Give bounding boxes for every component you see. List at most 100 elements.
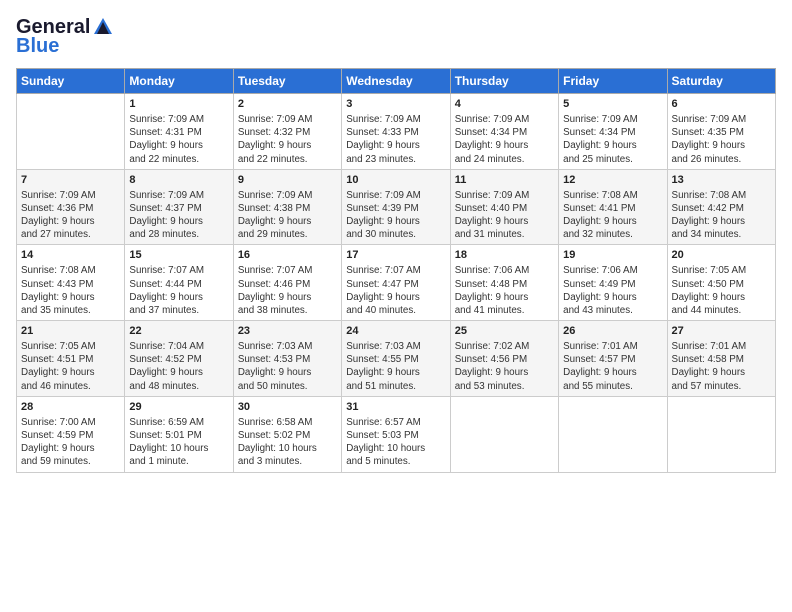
day-number: 2 <box>238 97 337 112</box>
calendar-cell: 29Sunrise: 6:59 AM Sunset: 5:01 PM Dayli… <box>125 396 233 472</box>
day-info: Sunrise: 7:08 AM Sunset: 4:43 PM Dayligh… <box>21 264 120 317</box>
calendar-cell: 4Sunrise: 7:09 AM Sunset: 4:34 PM Daylig… <box>450 94 558 170</box>
week-row-2: 14Sunrise: 7:08 AM Sunset: 4:43 PM Dayli… <box>17 245 776 321</box>
day-number: 20 <box>672 248 771 263</box>
day-number: 31 <box>346 400 445 415</box>
day-info: Sunrise: 7:00 AM Sunset: 4:59 PM Dayligh… <box>21 416 120 469</box>
calendar-cell: 20Sunrise: 7:05 AM Sunset: 4:50 PM Dayli… <box>667 245 775 321</box>
calendar-cell: 31Sunrise: 6:57 AM Sunset: 5:03 PM Dayli… <box>342 396 450 472</box>
calendar-cell: 19Sunrise: 7:06 AM Sunset: 4:49 PM Dayli… <box>559 245 667 321</box>
day-info: Sunrise: 7:09 AM Sunset: 4:32 PM Dayligh… <box>238 113 337 166</box>
day-number: 22 <box>129 324 228 339</box>
calendar-cell <box>17 94 125 170</box>
day-info: Sunrise: 7:09 AM Sunset: 4:39 PM Dayligh… <box>346 189 445 242</box>
day-number: 29 <box>129 400 228 415</box>
day-number: 6 <box>672 97 771 112</box>
calendar-cell: 16Sunrise: 7:07 AM Sunset: 4:46 PM Dayli… <box>233 245 341 321</box>
day-number: 17 <box>346 248 445 263</box>
day-info: Sunrise: 7:03 AM Sunset: 4:55 PM Dayligh… <box>346 340 445 393</box>
day-info: Sunrise: 7:05 AM Sunset: 4:50 PM Dayligh… <box>672 264 771 317</box>
col-header-friday: Friday <box>559 69 667 94</box>
day-number: 28 <box>21 400 120 415</box>
calendar-cell: 8Sunrise: 7:09 AM Sunset: 4:37 PM Daylig… <box>125 169 233 245</box>
logo-icon <box>92 16 114 38</box>
week-row-3: 21Sunrise: 7:05 AM Sunset: 4:51 PM Dayli… <box>17 321 776 397</box>
day-number: 11 <box>455 173 554 188</box>
day-number: 24 <box>346 324 445 339</box>
day-info: Sunrise: 7:08 AM Sunset: 4:41 PM Dayligh… <box>563 189 662 242</box>
calendar-cell <box>559 396 667 472</box>
day-info: Sunrise: 7:09 AM Sunset: 4:31 PM Dayligh… <box>129 113 228 166</box>
day-info: Sunrise: 7:09 AM Sunset: 4:34 PM Dayligh… <box>563 113 662 166</box>
day-info: Sunrise: 7:07 AM Sunset: 4:47 PM Dayligh… <box>346 264 445 317</box>
day-info: Sunrise: 7:06 AM Sunset: 4:48 PM Dayligh… <box>455 264 554 317</box>
day-info: Sunrise: 7:04 AM Sunset: 4:52 PM Dayligh… <box>129 340 228 393</box>
calendar-header-row: SundayMondayTuesdayWednesdayThursdayFrid… <box>17 69 776 94</box>
day-number: 9 <box>238 173 337 188</box>
calendar-cell: 26Sunrise: 7:01 AM Sunset: 4:57 PM Dayli… <box>559 321 667 397</box>
day-number: 15 <box>129 248 228 263</box>
week-row-0: 1Sunrise: 7:09 AM Sunset: 4:31 PM Daylig… <box>17 94 776 170</box>
day-number: 3 <box>346 97 445 112</box>
day-info: Sunrise: 7:09 AM Sunset: 4:40 PM Dayligh… <box>455 189 554 242</box>
calendar-cell: 7Sunrise: 7:09 AM Sunset: 4:36 PM Daylig… <box>17 169 125 245</box>
day-info: Sunrise: 7:01 AM Sunset: 4:58 PM Dayligh… <box>672 340 771 393</box>
day-number: 14 <box>21 248 120 263</box>
day-number: 25 <box>455 324 554 339</box>
day-info: Sunrise: 7:01 AM Sunset: 4:57 PM Dayligh… <box>563 340 662 393</box>
day-info: Sunrise: 6:59 AM Sunset: 5:01 PM Dayligh… <box>129 416 228 469</box>
calendar-cell: 13Sunrise: 7:08 AM Sunset: 4:42 PM Dayli… <box>667 169 775 245</box>
page-container: General Blue SundayMondayTuesdayWednesda… <box>0 0 792 481</box>
day-info: Sunrise: 7:09 AM Sunset: 4:33 PM Dayligh… <box>346 113 445 166</box>
header: General Blue <box>16 16 776 58</box>
day-number: 26 <box>563 324 662 339</box>
day-info: Sunrise: 7:09 AM Sunset: 4:34 PM Dayligh… <box>455 113 554 166</box>
calendar-cell <box>450 396 558 472</box>
calendar-cell: 21Sunrise: 7:05 AM Sunset: 4:51 PM Dayli… <box>17 321 125 397</box>
calendar-cell: 30Sunrise: 6:58 AM Sunset: 5:02 PM Dayli… <box>233 396 341 472</box>
day-number: 12 <box>563 173 662 188</box>
day-info: Sunrise: 7:07 AM Sunset: 4:46 PM Dayligh… <box>238 264 337 317</box>
day-info: Sunrise: 7:09 AM Sunset: 4:37 PM Dayligh… <box>129 189 228 242</box>
calendar-cell: 9Sunrise: 7:09 AM Sunset: 4:38 PM Daylig… <box>233 169 341 245</box>
day-info: Sunrise: 7:08 AM Sunset: 4:42 PM Dayligh… <box>672 189 771 242</box>
day-number: 21 <box>21 324 120 339</box>
day-number: 27 <box>672 324 771 339</box>
col-header-monday: Monday <box>125 69 233 94</box>
day-info: Sunrise: 6:57 AM Sunset: 5:03 PM Dayligh… <box>346 416 445 469</box>
calendar-cell: 28Sunrise: 7:00 AM Sunset: 4:59 PM Dayli… <box>17 396 125 472</box>
calendar-cell: 14Sunrise: 7:08 AM Sunset: 4:43 PM Dayli… <box>17 245 125 321</box>
calendar-cell: 1Sunrise: 7:09 AM Sunset: 4:31 PM Daylig… <box>125 94 233 170</box>
day-number: 18 <box>455 248 554 263</box>
day-info: Sunrise: 6:58 AM Sunset: 5:02 PM Dayligh… <box>238 416 337 469</box>
logo: General Blue <box>16 16 114 58</box>
day-number: 1 <box>129 97 228 112</box>
calendar-cell: 6Sunrise: 7:09 AM Sunset: 4:35 PM Daylig… <box>667 94 775 170</box>
day-info: Sunrise: 7:06 AM Sunset: 4:49 PM Dayligh… <box>563 264 662 317</box>
day-number: 7 <box>21 173 120 188</box>
day-info: Sunrise: 7:09 AM Sunset: 4:35 PM Dayligh… <box>672 113 771 166</box>
day-info: Sunrise: 7:05 AM Sunset: 4:51 PM Dayligh… <box>21 340 120 393</box>
week-row-4: 28Sunrise: 7:00 AM Sunset: 4:59 PM Dayli… <box>17 396 776 472</box>
week-row-1: 7Sunrise: 7:09 AM Sunset: 4:36 PM Daylig… <box>17 169 776 245</box>
day-number: 5 <box>563 97 662 112</box>
calendar-cell: 27Sunrise: 7:01 AM Sunset: 4:58 PM Dayli… <box>667 321 775 397</box>
calendar-table: SundayMondayTuesdayWednesdayThursdayFrid… <box>16 68 776 473</box>
calendar-cell: 25Sunrise: 7:02 AM Sunset: 4:56 PM Dayli… <box>450 321 558 397</box>
day-number: 4 <box>455 97 554 112</box>
calendar-cell: 15Sunrise: 7:07 AM Sunset: 4:44 PM Dayli… <box>125 245 233 321</box>
calendar-cell: 22Sunrise: 7:04 AM Sunset: 4:52 PM Dayli… <box>125 321 233 397</box>
calendar-cell: 10Sunrise: 7:09 AM Sunset: 4:39 PM Dayli… <box>342 169 450 245</box>
col-header-thursday: Thursday <box>450 69 558 94</box>
day-number: 8 <box>129 173 228 188</box>
day-number: 19 <box>563 248 662 263</box>
col-header-wednesday: Wednesday <box>342 69 450 94</box>
day-info: Sunrise: 7:03 AM Sunset: 4:53 PM Dayligh… <box>238 340 337 393</box>
calendar-cell: 24Sunrise: 7:03 AM Sunset: 4:55 PM Dayli… <box>342 321 450 397</box>
calendar-cell <box>667 396 775 472</box>
col-header-tuesday: Tuesday <box>233 69 341 94</box>
col-header-saturday: Saturday <box>667 69 775 94</box>
day-info: Sunrise: 7:09 AM Sunset: 4:36 PM Dayligh… <box>21 189 120 242</box>
day-info: Sunrise: 7:02 AM Sunset: 4:56 PM Dayligh… <box>455 340 554 393</box>
calendar-cell: 2Sunrise: 7:09 AM Sunset: 4:32 PM Daylig… <box>233 94 341 170</box>
